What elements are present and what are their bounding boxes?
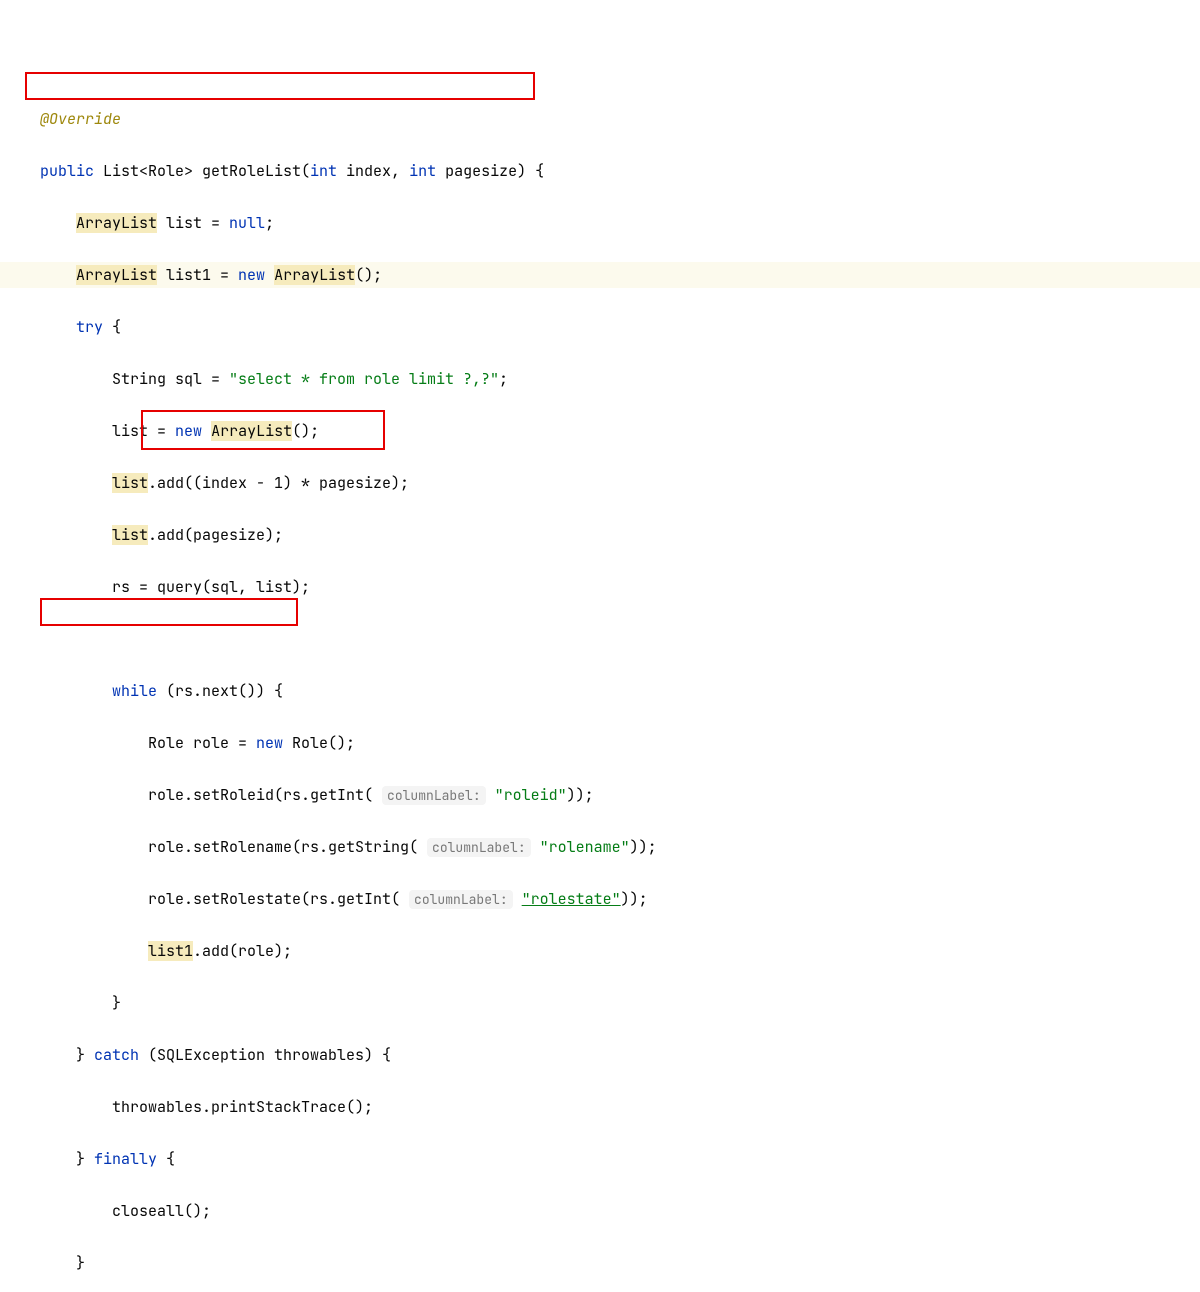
- keyword-null: null: [229, 213, 265, 233]
- code-text: (rs.next()) {: [157, 681, 283, 701]
- code-line[interactable]: list = new ArrayList();: [0, 418, 1200, 444]
- keyword-int: int: [409, 161, 436, 181]
- code-line[interactable]: } finally {: [0, 1146, 1200, 1172]
- code-text: ();: [292, 421, 319, 441]
- code-line[interactable]: while (rs.next()) {: [0, 678, 1200, 704]
- keyword-catch: catch: [94, 1045, 139, 1065]
- code-line[interactable]: list1.add(role);: [0, 938, 1200, 964]
- code-line[interactable]: role.setRolename(rs.getString( columnLab…: [0, 834, 1200, 860]
- annotation: @Override: [40, 109, 121, 129]
- code-text: .add(role);: [193, 941, 292, 961]
- code-text: ;: [499, 369, 508, 389]
- code-text: Role();: [283, 733, 355, 753]
- code-line[interactable]: @Override: [0, 106, 1200, 132]
- code-text: [531, 837, 540, 857]
- code-text: ));: [567, 785, 594, 805]
- code-text: [486, 785, 495, 805]
- code-text: list =: [112, 421, 175, 441]
- code-line-empty[interactable]: [0, 626, 1200, 652]
- code-text: role.setRolestate(rs.getInt(: [148, 889, 409, 909]
- param: index,: [337, 161, 409, 181]
- string-literal-linked[interactable]: "rolestate": [522, 889, 621, 909]
- code-line[interactable]: ArrayList list = null;: [0, 210, 1200, 236]
- annotation-box-3: [40, 598, 298, 626]
- code-text: String sql =: [112, 369, 229, 389]
- keyword-finally: finally: [94, 1149, 157, 1169]
- code-text: [202, 421, 211, 441]
- code-text: ();: [355, 265, 382, 285]
- code-line[interactable]: public List<Role> getRoleList(int index,…: [0, 158, 1200, 184]
- keyword-try: try: [76, 317, 103, 337]
- param-hint: columnLabel:: [409, 890, 513, 909]
- brace: }: [76, 1149, 94, 1169]
- string-literal: "select * from role limit ?,?": [229, 369, 499, 389]
- warn-type: ArrayList: [76, 265, 157, 285]
- code-line[interactable]: }: [0, 1250, 1200, 1276]
- brace: }: [76, 1045, 94, 1065]
- code-line[interactable]: rs = query(sql, list);: [0, 574, 1200, 600]
- code-line[interactable]: Role role = new Role();: [0, 730, 1200, 756]
- annotation-box-1: [25, 72, 535, 100]
- code-text: list1 =: [157, 265, 238, 285]
- code-line[interactable]: role.setRoleid(rs.getInt( columnLabel: "…: [0, 782, 1200, 808]
- param-hint: columnLabel:: [427, 838, 531, 857]
- code-text: role.setRolename(rs.getString(: [148, 837, 427, 857]
- code-line[interactable]: list.add((index - 1) * pagesize);: [0, 470, 1200, 496]
- warn-type: ArrayList: [211, 421, 292, 441]
- code-text: Role role =: [148, 733, 256, 753]
- code-text: role.setRoleid(rs.getInt(: [148, 785, 382, 805]
- keyword-new: new: [256, 733, 283, 753]
- brace: }: [112, 993, 121, 1013]
- code-line[interactable]: list.add(pagesize);: [0, 522, 1200, 548]
- param: pagesize) {: [436, 161, 544, 181]
- code-text: ;: [265, 213, 274, 233]
- keyword-new: new: [175, 421, 202, 441]
- code-line[interactable]: closeall();: [0, 1198, 1200, 1224]
- code-text: ));: [630, 837, 657, 857]
- keyword-int: int: [310, 161, 337, 181]
- code-line[interactable]: } catch (SQLException throwables) {: [0, 1042, 1200, 1068]
- string-literal: "roleid": [495, 785, 567, 805]
- code-text: {: [157, 1149, 175, 1169]
- code-line[interactable]: try {: [0, 314, 1200, 340]
- param-hint: columnLabel:: [382, 786, 486, 805]
- code-line[interactable]: throwables.printStackTrace();: [0, 1094, 1200, 1120]
- code-text: .add((index - 1) * pagesize);: [148, 473, 409, 493]
- code-text: throwables.printStackTrace();: [112, 1097, 373, 1117]
- keyword-while: while: [112, 681, 157, 701]
- warn-var: list: [112, 473, 148, 493]
- code-text: [265, 265, 274, 285]
- code-text: [513, 889, 522, 909]
- code-line-highlighted[interactable]: ArrayList list1 = new ArrayList();: [0, 262, 1200, 288]
- brace: }: [76, 1253, 85, 1273]
- code-text: list =: [157, 213, 229, 233]
- method-sig: List<Role> getRoleList(: [94, 161, 310, 181]
- code-text: {: [103, 317, 121, 337]
- warn-var: list1: [148, 941, 193, 961]
- code-text: closeall();: [112, 1201, 211, 1221]
- code-text: rs = query(sql, list);: [112, 577, 310, 597]
- code-line[interactable]: String sql = "select * from role limit ?…: [0, 366, 1200, 392]
- warn-type: ArrayList: [76, 213, 157, 233]
- code-text: .add(pagesize);: [148, 525, 283, 545]
- warn-type: ArrayList: [274, 265, 355, 285]
- keyword-public: public: [40, 161, 94, 181]
- string-literal: "rolename": [540, 837, 630, 857]
- warn-var: list: [112, 525, 148, 545]
- code-line[interactable]: role.setRolestate(rs.getInt( columnLabel…: [0, 886, 1200, 912]
- code-text: (SQLException throwables) {: [139, 1045, 391, 1065]
- keyword-new: new: [238, 265, 265, 285]
- code-line[interactable]: }: [0, 990, 1200, 1016]
- code-text: ));: [621, 889, 648, 909]
